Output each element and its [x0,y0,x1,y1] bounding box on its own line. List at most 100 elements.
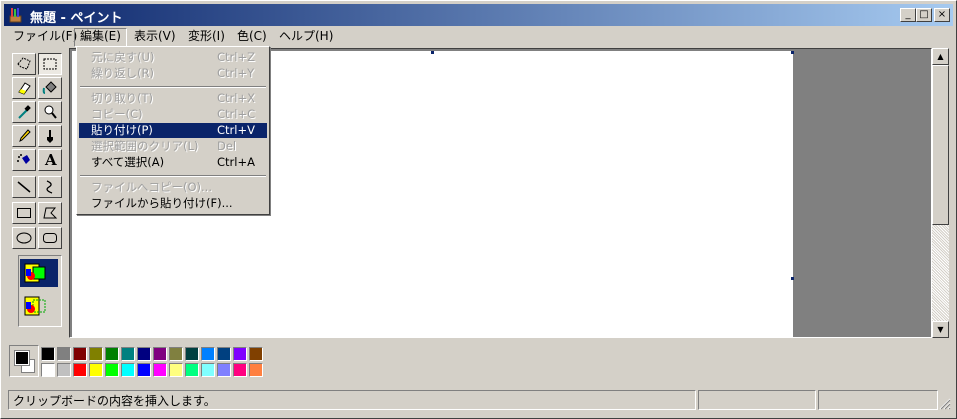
scroll-thumb[interactable] [932,65,949,225]
transparent-mode-icon [24,296,46,316]
rounded-rectangle-icon [43,233,57,243]
palette-swatch[interactable] [201,347,215,361]
close-button[interactable]: × [934,8,950,22]
rectangle-icon [17,208,31,218]
palette-swatch[interactable] [89,347,103,361]
palette-swatch[interactable] [137,347,151,361]
palette-swatch[interactable] [153,363,167,377]
text-tool[interactable]: A [38,149,62,171]
current-colors [9,345,39,377]
ellipse-icon [16,232,32,244]
palette-swatch[interactable] [137,363,151,377]
menu-item-clear-selection[interactable]: 選択範囲のクリア(L) Del [79,139,267,154]
airbrush-tool[interactable] [12,149,36,171]
palette-swatch[interactable] [249,347,263,361]
menu-separator [80,175,266,177]
brush-icon [47,130,53,143]
menu-file[interactable]: ファイル(F) [8,28,82,45]
polygon-tool[interactable] [38,202,62,224]
ellipse-tool[interactable] [12,227,36,249]
title-bar[interactable]: 無題 - ペイント _ □ × [4,4,953,26]
resize-handle-right[interactable] [791,277,794,280]
magnifier-tool[interactable] [38,101,62,123]
brush-tool[interactable] [38,125,62,147]
eyedropper-icon [18,105,31,119]
opaque-option[interactable] [20,259,58,287]
palette-swatch[interactable] [121,363,135,377]
airbrush-icon [17,154,30,164]
maximize-button[interactable]: □ [916,8,932,22]
menu-item-undo[interactable]: 元に戻す(U) Ctrl+Z [79,50,267,65]
palette-swatch[interactable] [105,347,119,361]
menu-item-redo[interactable]: 繰り返し(R) Ctrl+Y [79,66,267,81]
resize-grip-icon[interactable] [939,398,951,410]
polygon-icon [43,207,58,219]
scroll-up-arrow-icon[interactable]: ▲ [932,48,949,65]
menu-edit[interactable]: 編集(E) [74,28,127,47]
menu-view[interactable]: 表示(V) [129,28,181,45]
palette-swatch[interactable] [249,363,263,377]
paint-window: 無題 - ペイント _ □ × ファイル(F) 編集(E) 表示(V) 変形(I… [0,0,957,419]
line-icon [17,181,31,193]
color-picker-tool[interactable] [12,101,36,123]
rounded-rectangle-tool[interactable] [38,227,62,249]
status-coords-pane [698,390,816,410]
palette-swatch[interactable] [169,347,183,361]
rectangle-tool[interactable] [12,202,36,224]
menu-image[interactable]: 変形(I) [183,28,230,45]
menu-help[interactable]: ヘルプ(H) [274,28,338,45]
resize-handle-top-right[interactable] [791,51,794,54]
menu-item-paste-from-file[interactable]: ファイルから貼り付け(F)... [79,196,267,211]
palette-swatch[interactable] [201,363,215,377]
palette-swatch[interactable] [121,347,135,361]
paint-app-icon [9,8,22,23]
palette-swatch[interactable] [73,347,87,361]
menu-item-paste[interactable]: 貼り付け(P) Ctrl+V [79,123,267,138]
magnifier-icon [44,105,57,119]
paint-bucket-icon [42,81,57,94]
status-size-pane [818,390,938,410]
palette-swatch[interactable] [57,347,71,361]
palette-swatch[interactable] [89,363,103,377]
palette-swatch[interactable] [233,347,247,361]
palette-swatch[interactable] [169,363,183,377]
palette-swatch[interactable] [217,347,231,361]
vertical-scrollbar[interactable]: ▲ ▼ [932,48,949,338]
rect-select-icon [43,58,57,70]
palette-swatch[interactable] [41,363,55,377]
palette-swatch[interactable] [153,347,167,361]
line-tool[interactable] [12,176,36,198]
resize-handle-top[interactable] [431,51,434,54]
transparent-option[interactable] [20,292,58,320]
palette-swatch[interactable] [185,363,199,377]
foreground-color-swatch[interactable] [14,350,30,366]
palette-swatch[interactable] [217,363,231,377]
text-icon: A [45,151,57,169]
free-select-icon [17,57,31,70]
menu-item-copy[interactable]: コピー(C) Ctrl+C [79,107,267,122]
menu-colors[interactable]: 色(C) [232,28,272,45]
menu-item-copy-to-file[interactable]: ファイルへコピー(O)... [79,180,267,195]
scroll-down-arrow-icon[interactable]: ▼ [932,321,949,338]
pencil-tool[interactable] [12,125,36,147]
palette-swatch[interactable] [41,347,55,361]
palette-swatch[interactable] [185,347,199,361]
minimize-button[interactable]: _ [900,8,916,22]
menu-bar: ファイル(F) 編集(E) 表示(V) 変形(I) 色(C) ヘルプ(H) [4,27,953,47]
edit-menu-dropdown: 元に戻す(U) Ctrl+Z 繰り返し(R) Ctrl+Y 切り取り(T) Ctrl+… [76,46,270,215]
palette-swatch[interactable] [57,363,71,377]
palette-swatch[interactable] [105,363,119,377]
curve-tool[interactable] [38,176,62,198]
palette-swatch[interactable] [73,363,87,377]
fill-tool[interactable] [38,77,62,99]
window-title: 無題 - ペイント [30,11,123,26]
curve-icon [46,180,53,194]
eraser-tool[interactable] [12,77,36,99]
rect-select-tool[interactable] [38,53,62,75]
free-select-tool[interactable] [12,53,36,75]
menu-item-select-all[interactable]: すべて選択(A) Ctrl+A [79,155,267,170]
menu-separator [80,86,266,88]
palette-swatch[interactable] [233,363,247,377]
menu-item-cut[interactable]: 切り取り(T) Ctrl+X [79,91,267,106]
eraser-icon [18,82,31,95]
